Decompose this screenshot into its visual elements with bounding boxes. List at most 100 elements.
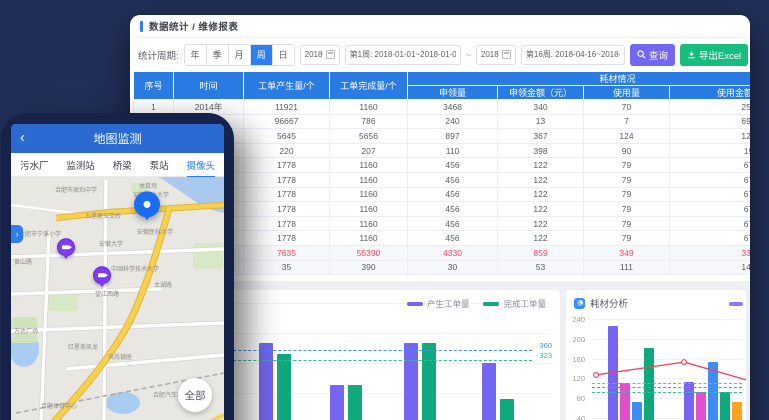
- table-cell: 5656: [330, 129, 408, 144]
- end-week-field: [521, 45, 625, 65]
- end-week-input[interactable]: [526, 50, 620, 59]
- pin-center-dot: [144, 201, 151, 208]
- selected-location-pin[interactable]: [134, 191, 160, 217]
- column-header: 申领金额（元）: [498, 86, 584, 100]
- average-cell: 53: [498, 260, 584, 275]
- column-header: 时间: [174, 72, 244, 100]
- map-label: 红星美凯龙: [68, 342, 98, 351]
- table-cell: 456: [408, 172, 498, 187]
- download-icon: [687, 50, 696, 59]
- column-header: 耗材情况: [408, 72, 751, 86]
- map-label: 中国科学技术大学: [111, 264, 159, 273]
- table-cell: 250: [670, 100, 751, 115]
- total-cell: 7635: [244, 245, 330, 260]
- map-expand-button[interactable]: ›: [11, 225, 23, 243]
- table-cell: 3468: [408, 100, 498, 115]
- legend-item[interactable]: 产生工单量: [407, 298, 470, 310]
- trend-line: [566, 290, 746, 420]
- table-cell: 2014年: [174, 100, 244, 115]
- legend-swatch: [407, 302, 423, 306]
- table-cell: 122: [498, 172, 584, 187]
- filter-toolbar: 统计周期: 年季月周日 2018 ~ 2018: [130, 38, 750, 71]
- legend-item[interactable]: 完成工单量: [483, 298, 546, 310]
- bar-completed: [422, 343, 436, 420]
- table-cell: 7: [584, 114, 670, 129]
- table-cell: 67: [670, 216, 751, 231]
- calendar-icon: [326, 50, 335, 59]
- phone-tab[interactable]: 摄像头: [187, 155, 216, 175]
- map-label: 安徽大学: [99, 239, 123, 248]
- table-cell: 79: [584, 216, 670, 231]
- map-label: 合肥市琥珀中学: [55, 185, 97, 194]
- table-cell: 79: [584, 231, 670, 246]
- period-tab[interactable]: 日: [272, 45, 294, 65]
- table-cell: 1: [134, 100, 174, 115]
- back-icon[interactable]: ‹: [20, 128, 25, 148]
- breadcrumb-accent-bar: [140, 21, 143, 32]
- period-tab[interactable]: 月: [228, 45, 250, 65]
- start-week-input[interactable]: [350, 50, 456, 59]
- start-year-select[interactable]: 2018: [300, 45, 340, 65]
- export-excel-button[interactable]: 导出Excel: [680, 44, 748, 66]
- period-tab[interactable]: 周: [250, 45, 272, 65]
- column-header: 使用金额（元）: [670, 86, 751, 100]
- table-cell: 1160: [330, 187, 408, 202]
- column-header: 使用量: [584, 86, 670, 100]
- column-header: 序号: [134, 72, 174, 100]
- line-marker: [682, 360, 687, 365]
- table-cell: 70: [584, 100, 670, 115]
- period-tab[interactable]: 年: [185, 45, 206, 65]
- screen-background: 数据统计 / 维修报表 统计周期: 年季月周日 2018 ~ 2018: [0, 0, 769, 420]
- table-cell: 129: [670, 129, 751, 144]
- phone-tab-bar: 污水厂监测站桥梁泵站摄像头: [11, 153, 224, 177]
- camera-icon: [98, 273, 105, 278]
- bar-completed: [348, 385, 362, 420]
- table-cell: 786: [330, 114, 408, 129]
- table-header: 序号时间工单产生量/个工单完成量/个耗材情况申领量申领金额（元）使用量使用金额（…: [134, 72, 751, 100]
- camera-pin[interactable]: [57, 238, 75, 256]
- table-cell: 1778: [244, 158, 330, 173]
- bar-created: [330, 385, 344, 420]
- table-cell: 122: [498, 202, 584, 217]
- table-cell: 67: [670, 202, 751, 217]
- map-label: 黄山路: [14, 257, 32, 266]
- map-view[interactable]: › 全部 五里墩立交桥合肥市琥珀中学体育场安徽农业大学合肥市宁溪小学安徽大学安徽…: [11, 177, 224, 420]
- table-cell: 19: [670, 143, 751, 158]
- show-all-button[interactable]: 全部: [178, 378, 212, 412]
- phone-tab[interactable]: 监测站: [66, 155, 95, 175]
- map-label: 安徽医科大学: [137, 227, 173, 236]
- table-cell: 1778: [244, 202, 330, 217]
- phone-tab[interactable]: 泵站: [150, 155, 169, 175]
- table-cell: 79: [584, 202, 670, 217]
- table-cell: 398: [498, 143, 584, 158]
- end-year-select[interactable]: 2018: [476, 45, 516, 65]
- table-cell: 122: [498, 231, 584, 246]
- table-cell: 67: [670, 187, 751, 202]
- legend-label: 产生工单量: [427, 298, 470, 310]
- legend-label: 完成工单量: [503, 298, 546, 310]
- table-cell: 1778: [244, 172, 330, 187]
- table-cell: 124: [584, 129, 670, 144]
- table-cell: 5645: [244, 129, 330, 144]
- legend-swatch-partial: [729, 302, 743, 306]
- bar-created: [259, 343, 273, 420]
- table-cell: 96667: [244, 114, 330, 129]
- phone-screen: ‹ 地图监测 污水厂监测站桥梁泵站摄像头: [11, 124, 224, 420]
- phone-header: ‹ 地图监测: [11, 124, 224, 153]
- bar-created: [404, 343, 418, 420]
- export-button-label: 导出Excel: [699, 48, 741, 62]
- table-cell: 79: [584, 158, 670, 173]
- period-tab[interactable]: 季: [206, 45, 228, 65]
- phone-tab[interactable]: 污水厂: [20, 155, 49, 175]
- table-cell: 13: [498, 114, 584, 129]
- table-cell: 90: [584, 143, 670, 158]
- map-label: 合肥市宁溪小学: [19, 229, 61, 238]
- query-button[interactable]: 查询: [630, 44, 675, 66]
- average-cell: 111: [584, 260, 670, 275]
- camera-pin[interactable]: [93, 266, 111, 284]
- phone-tab[interactable]: 桥梁: [113, 155, 132, 175]
- table-cell: 79: [584, 187, 670, 202]
- map-label: 万达广场: [14, 326, 38, 335]
- calendar-icon: [502, 50, 511, 59]
- table-cell: 1160: [330, 100, 408, 115]
